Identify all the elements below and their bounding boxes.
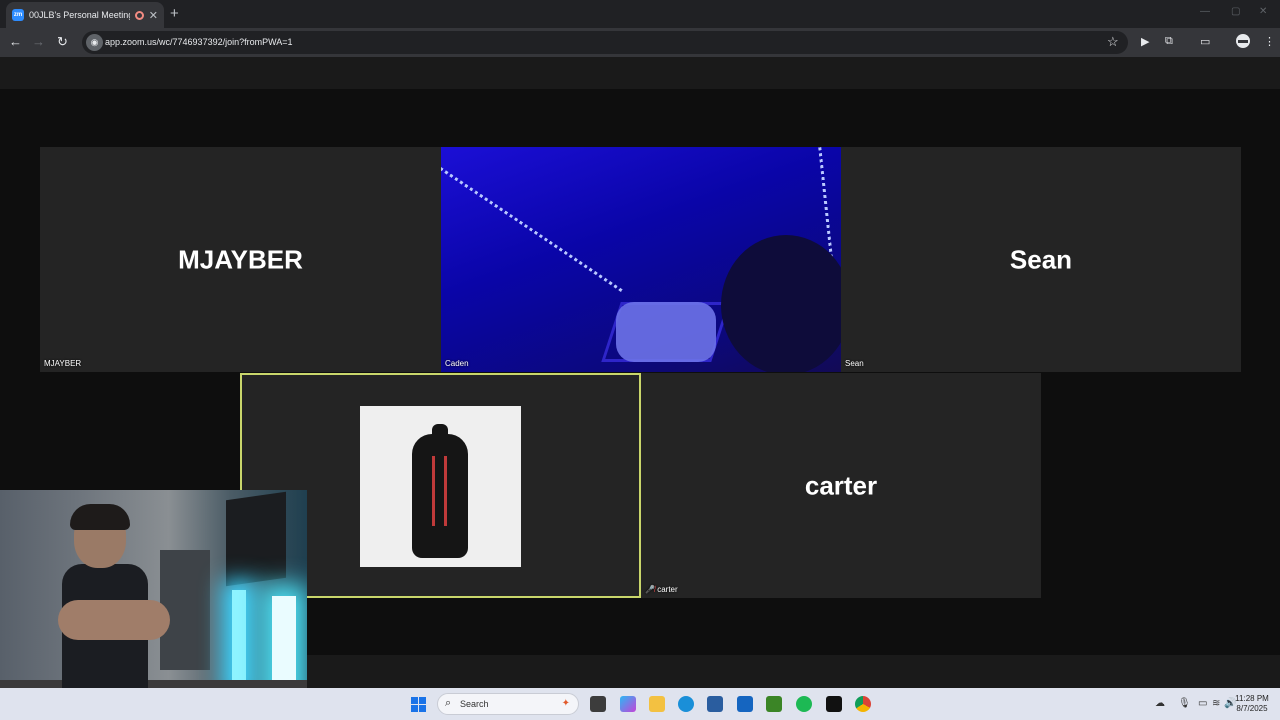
search-placeholder: Search <box>460 699 489 709</box>
participant-display-name: carter <box>804 470 878 500</box>
close-tab-icon[interactable]: ✕ <box>149 9 158 22</box>
wifi-icon[interactable]: ≋ <box>1212 698 1220 709</box>
participant-name-label: 🎤̸ carter <box>645 585 678 594</box>
participant-display-name: MJAYBER <box>178 244 303 274</box>
new-tab-button[interactable]: + <box>170 5 179 22</box>
menu-icon[interactable]: ⋮ <box>1264 35 1275 48</box>
back-icon[interactable]: ← <box>9 34 22 49</box>
maximize-button[interactable]: ▢ <box>1231 6 1240 17</box>
cast-icon[interactable]: ▶ <box>1141 35 1149 48</box>
display-icon[interactable]: ▭ <box>1198 698 1207 709</box>
participant-name-label: Caden <box>445 359 469 368</box>
app-icon[interactable] <box>826 696 842 712</box>
participant-tile-mjayber[interactable]: MJAYBER MJAYBER <box>40 147 441 372</box>
participant-tile-caden[interactable]: Caden <box>441 147 841 372</box>
star-icon[interactable]: ☆ <box>1107 34 1119 50</box>
address-bar[interactable]: ◉ app.zoom.us/wc/7746937392/join?fromPWA… <box>82 31 1128 54</box>
tab-zoom-meeting[interactable]: zm 00JLB's Personal Meeting R ✕ <box>6 2 164 28</box>
spotify-icon[interactable] <box>796 696 812 712</box>
clock-date: 8/7/2025 <box>1236 704 1268 713</box>
chrome-icon[interactable] <box>855 696 871 712</box>
minecraft-icon[interactable] <box>766 696 782 712</box>
edge-icon[interactable] <box>678 696 694 712</box>
task-view-icon[interactable] <box>590 696 606 712</box>
browser-toolbar: ← → ↻ ◉ app.zoom.us/wc/7746937392/join?f… <box>0 28 1280 57</box>
zoom-top-bar <box>0 57 1280 89</box>
site-info-icon[interactable]: ◉ <box>86 34 103 51</box>
participant-tile-carter[interactable]: carter 🎤̸ carter <box>641 373 1041 598</box>
profile-icon[interactable] <box>1236 34 1250 48</box>
minimize-button[interactable]: — <box>1200 6 1210 17</box>
search-icon: ⌕ <box>445 697 452 709</box>
extensions-icon[interactable]: ⧉ <box>1165 35 1173 48</box>
onedrive-icon[interactable]: ☁ <box>1155 698 1165 709</box>
copilot-icon[interactable] <box>620 696 636 712</box>
windows-taskbar: ⌕ Search ✦ ☁ 🎙 ▭ ≋ 🔊 11:28 PM 8/7/2025 <box>0 688 1280 720</box>
reload-icon[interactable]: ↻ <box>57 34 68 50</box>
profile-picture <box>360 406 521 567</box>
store-icon[interactable] <box>707 696 723 712</box>
webcam-overlay <box>0 490 307 720</box>
tab-title: 00JLB's Personal Meeting R <box>29 10 130 20</box>
url-text: app.zoom.us/wc/7746937392/join?fromPWA=1 <box>105 37 293 47</box>
recording-indicator-icon <box>134 10 144 20</box>
file-explorer-icon[interactable] <box>649 696 665 712</box>
search-highlight-icon: ✦ <box>561 698 570 709</box>
participant-name-label: MJAYBER <box>44 359 82 368</box>
taskbar-search-box[interactable]: ⌕ Search ✦ <box>437 693 579 715</box>
participant-display-name: Sean <box>1009 244 1073 274</box>
mic-icon[interactable]: 🎙 <box>1178 698 1191 709</box>
clock-time: 11:28 PM <box>1235 694 1269 703</box>
close-window-button[interactable]: ✕ <box>1259 6 1267 17</box>
windows-start-icon[interactable] <box>411 697 426 712</box>
zoom-favicon-icon: zm <box>12 9 24 21</box>
taskbar-clock[interactable]: 11:28 PM 8/7/2025 <box>1228 694 1276 714</box>
outlook-icon[interactable] <box>737 696 753 712</box>
video-feed <box>441 167 624 293</box>
forward-icon[interactable]: → <box>32 34 45 49</box>
participant-name-label: Sean <box>845 359 864 368</box>
participant-tile-sean[interactable]: Sean Sean <box>841 147 1241 372</box>
mic-muted-icon: 🎤̸ <box>645 585 655 594</box>
browser-tab-strip: zm 00JLB's Personal Meeting R ✕ + — ▢ ✕ <box>0 0 1280 28</box>
sidebar-icon[interactable]: ▭ <box>1200 35 1210 48</box>
